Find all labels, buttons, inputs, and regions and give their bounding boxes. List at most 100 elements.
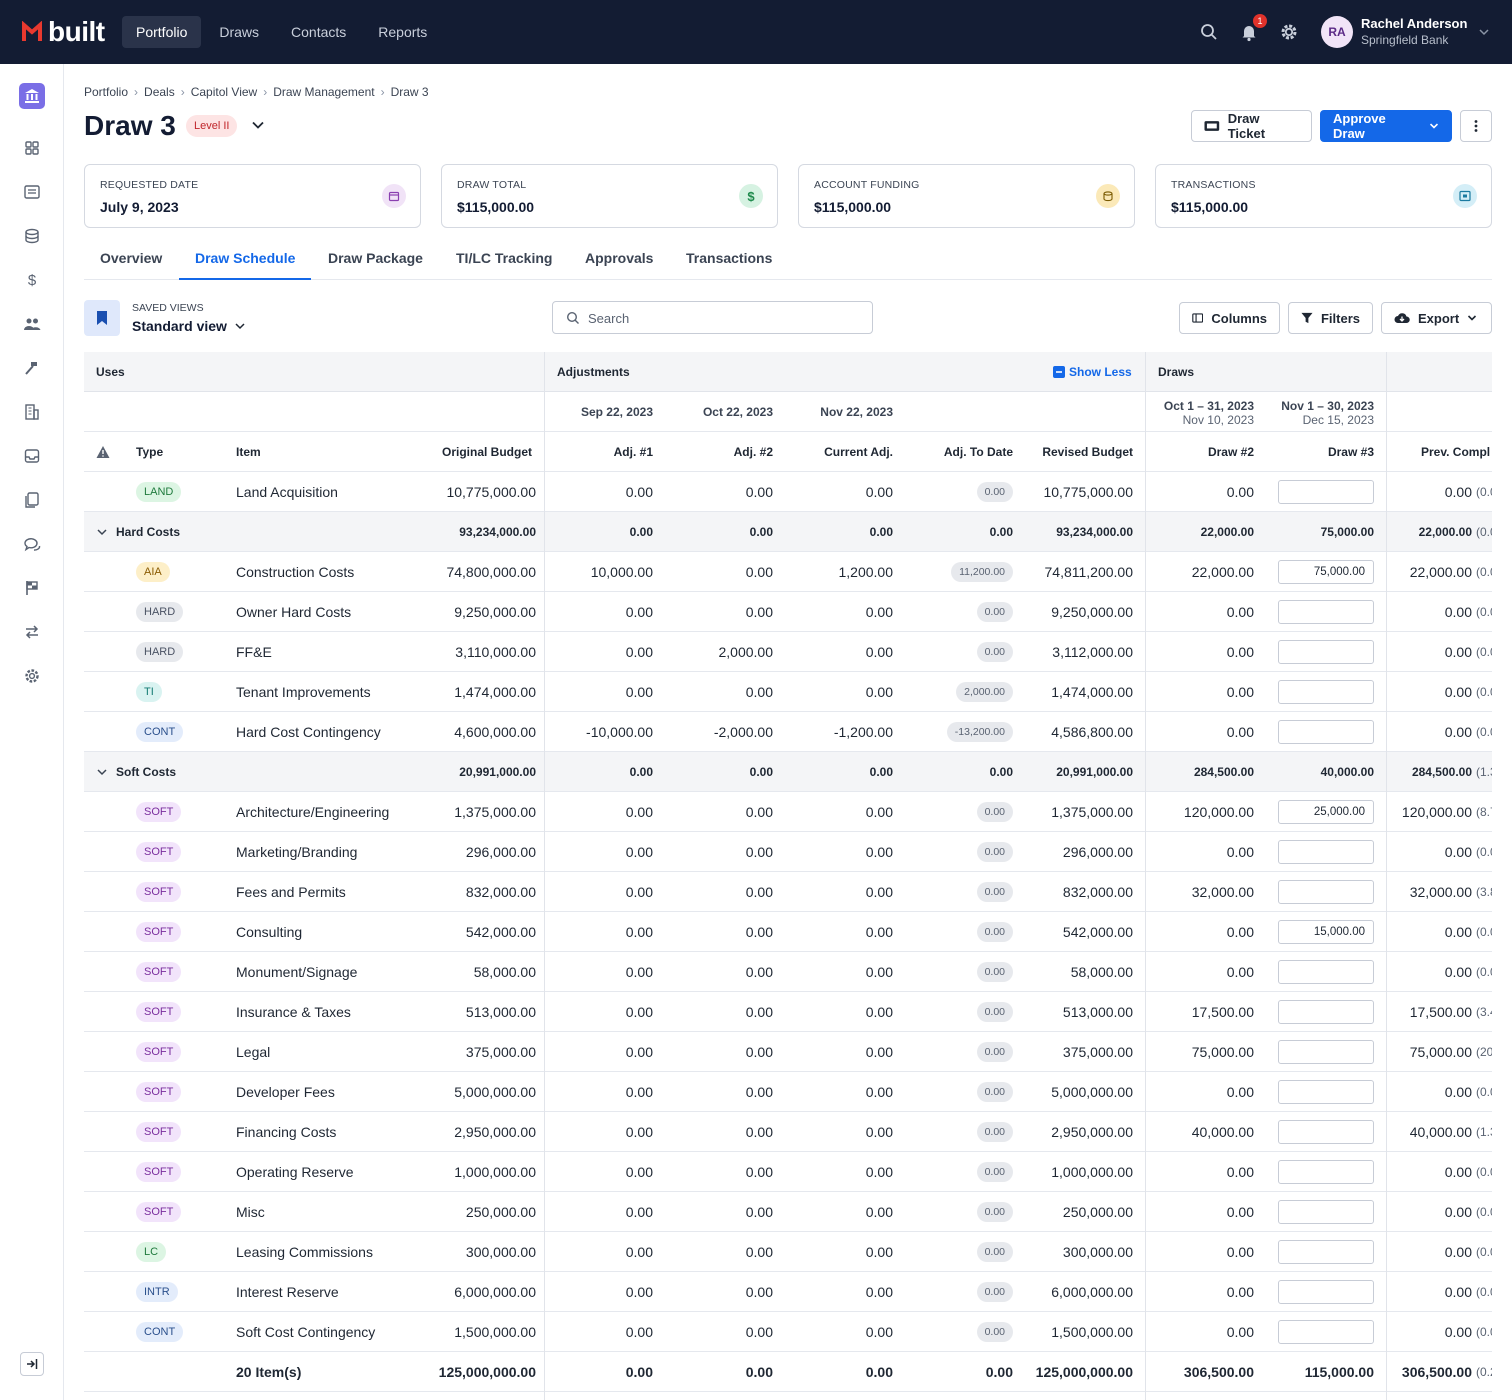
column-header-revised-budget[interactable]: Revised Budget (1013, 432, 1133, 472)
search-input[interactable] (588, 308, 858, 328)
draw3-input[interactable] (1278, 480, 1374, 504)
draw-ticket-button[interactable]: Draw Ticket (1191, 110, 1312, 142)
collapse-sidebar-button[interactable] (20, 1352, 44, 1376)
column-header-current-adj[interactable]: Current Adj. (793, 432, 893, 472)
chevron-down-icon[interactable] (96, 526, 108, 538)
draw-schedule-table: Uses Adjustments Show Less Draws Sep 22,… (84, 352, 1492, 1400)
search-icon[interactable] (1199, 22, 1219, 42)
prev-complete-value: 22,000.00 (1409, 564, 1472, 580)
transfer-icon[interactable] (22, 622, 42, 642)
saved-view-selector[interactable]: Standard view (132, 318, 227, 334)
column-header-adj1[interactable]: Adj. #1 (553, 432, 653, 472)
approve-draw-button[interactable]: Approve Draw (1320, 110, 1452, 142)
adj-to-date-pill: 0.00 (976, 602, 1013, 622)
nav-tab-reports[interactable]: Reports (364, 16, 441, 48)
tab-ti-lc-tracking[interactable]: TI/LC Tracking (440, 240, 568, 280)
table-row: LAND Land Acquisition 10,775,000.00 0.00 0.0… (84, 472, 1492, 512)
warning-icon[interactable] (96, 445, 110, 459)
column-header-draw2[interactable]: Draw #2 (1154, 432, 1254, 472)
draw3-input[interactable] (1278, 1040, 1374, 1064)
gear-icon[interactable] (1279, 22, 1299, 42)
draw3-input[interactable] (1278, 1280, 1374, 1304)
table-group-row[interactable]: Hard Costs 93,234,000.00 0.00 0.00 0.00 0.00 9… (84, 512, 1492, 552)
flag-icon[interactable] (22, 578, 42, 598)
column-header-type[interactable]: Type (136, 432, 163, 472)
table-group-header-row: Uses Adjustments Show Less Draws (84, 352, 1492, 392)
tab-transactions[interactable]: Transactions (670, 240, 788, 280)
user-name[interactable]: Rachel Anderson (1361, 16, 1467, 31)
dashboard-icon[interactable] (22, 138, 42, 158)
chevron-down-icon[interactable] (1478, 26, 1490, 38)
draw3-input[interactable] (1278, 1240, 1374, 1264)
breadcrumb-draw-management[interactable]: Draw Management (273, 85, 374, 99)
built-logo[interactable]: built (22, 18, 105, 46)
breadcrumb-deals[interactable]: Deals (144, 85, 175, 99)
nav-tab-contacts[interactable]: Contacts (277, 16, 360, 48)
table-group-row[interactable]: Soft Costs 20,991,000.00 0.00 0.00 0.00 0.00 2… (84, 752, 1492, 792)
column-header-adj-to-date[interactable]: Adj. To Date (913, 432, 1013, 472)
filters-button[interactable]: Filters (1288, 302, 1373, 334)
tab-draw-package[interactable]: Draw Package (312, 240, 439, 280)
draw3-input[interactable]: 15,000.00 (1278, 920, 1374, 944)
draw3-input[interactable] (1278, 640, 1374, 664)
column-header-adj2[interactable]: Adj. #2 (673, 432, 773, 472)
column-header-draw3[interactable]: Draw #3 (1274, 432, 1374, 472)
user-avatar[interactable]: RA (1321, 16, 1353, 48)
draw3-input[interactable] (1278, 1080, 1374, 1104)
draw3-input[interactable] (1278, 600, 1374, 624)
breadcrumb-portfolio[interactable]: Portfolio (84, 85, 128, 99)
documents-icon[interactable] (22, 490, 42, 510)
adj1-value: 0.00 (625, 924, 653, 940)
chevron-down-icon[interactable] (96, 766, 108, 778)
revised-budget: 1,000,000.00 (1051, 1164, 1133, 1180)
tab-draw-schedule[interactable]: Draw Schedule (179, 240, 312, 280)
building-icon[interactable] (22, 402, 42, 422)
columns-button[interactable]: Columns (1179, 302, 1280, 334)
column-header-prev-complete[interactable]: Prev. Compl (1421, 432, 1490, 472)
nav-tab-draws[interactable]: Draws (205, 16, 273, 48)
users-icon[interactable] (22, 314, 42, 334)
adj2-value: 0.00 (745, 1324, 773, 1340)
prev-complete-value: 22,000.00 (1418, 525, 1472, 539)
draw3-input[interactable] (1278, 840, 1374, 864)
current-adj-value: 1,200.00 (838, 564, 894, 580)
type-tag: HARD (136, 602, 184, 622)
more-actions-button[interactable] (1460, 110, 1492, 142)
settings-icon[interactable] (22, 666, 42, 686)
draw3-input[interactable] (1278, 1320, 1374, 1344)
draw3-input[interactable] (1278, 1160, 1374, 1184)
tab-approvals[interactable]: Approvals (569, 240, 669, 280)
adj2-value: 0.00 (745, 964, 773, 980)
nav-tab-portfolio[interactable]: Portfolio (122, 16, 202, 48)
item-name: Hard Cost Contingency (236, 724, 381, 740)
prev-complete-percent: (3.4 (1476, 1005, 1492, 1019)
chat-icon[interactable] (22, 534, 42, 554)
inbox-icon[interactable] (22, 446, 42, 466)
list-icon[interactable] (22, 182, 42, 202)
adj2-value: 0.00 (745, 1284, 773, 1300)
tab-overview[interactable]: Overview (84, 240, 178, 280)
hammer-icon[interactable] (22, 358, 42, 378)
column-header-original-budget[interactable]: Original Budget (412, 432, 532, 472)
export-button[interactable]: Export (1381, 302, 1492, 334)
coins-icon[interactable] (22, 226, 42, 246)
draw3-input[interactable] (1278, 960, 1374, 984)
svg-text:$: $ (28, 272, 37, 289)
draw3-input[interactable] (1278, 880, 1374, 904)
chevron-down-icon[interactable] (234, 320, 246, 332)
show-less-button[interactable]: Show Less (1053, 352, 1132, 392)
draw3-input[interactable] (1278, 720, 1374, 744)
draw3-input[interactable]: 75,000.00 (1278, 560, 1374, 584)
draw3-input[interactable] (1278, 1000, 1374, 1024)
sidebar-item-bank[interactable] (19, 83, 45, 109)
adj-to-date-cell: 0.00 (913, 1032, 1013, 1072)
draw3-input[interactable]: 25,000.00 (1278, 800, 1374, 824)
table-row: CONT Soft Cost Contingency 1,500,000.00 0.0… (84, 1312, 1492, 1352)
dollar-icon[interactable]: $ (22, 270, 42, 290)
chevron-down-icon[interactable] (251, 118, 265, 132)
draw3-input[interactable] (1278, 1120, 1374, 1144)
column-header-item[interactable]: Item (236, 432, 261, 472)
draw3-input[interactable] (1278, 1200, 1374, 1224)
breadcrumb-capitol-view[interactable]: Capitol View (191, 85, 257, 99)
draw3-input[interactable] (1278, 680, 1374, 704)
